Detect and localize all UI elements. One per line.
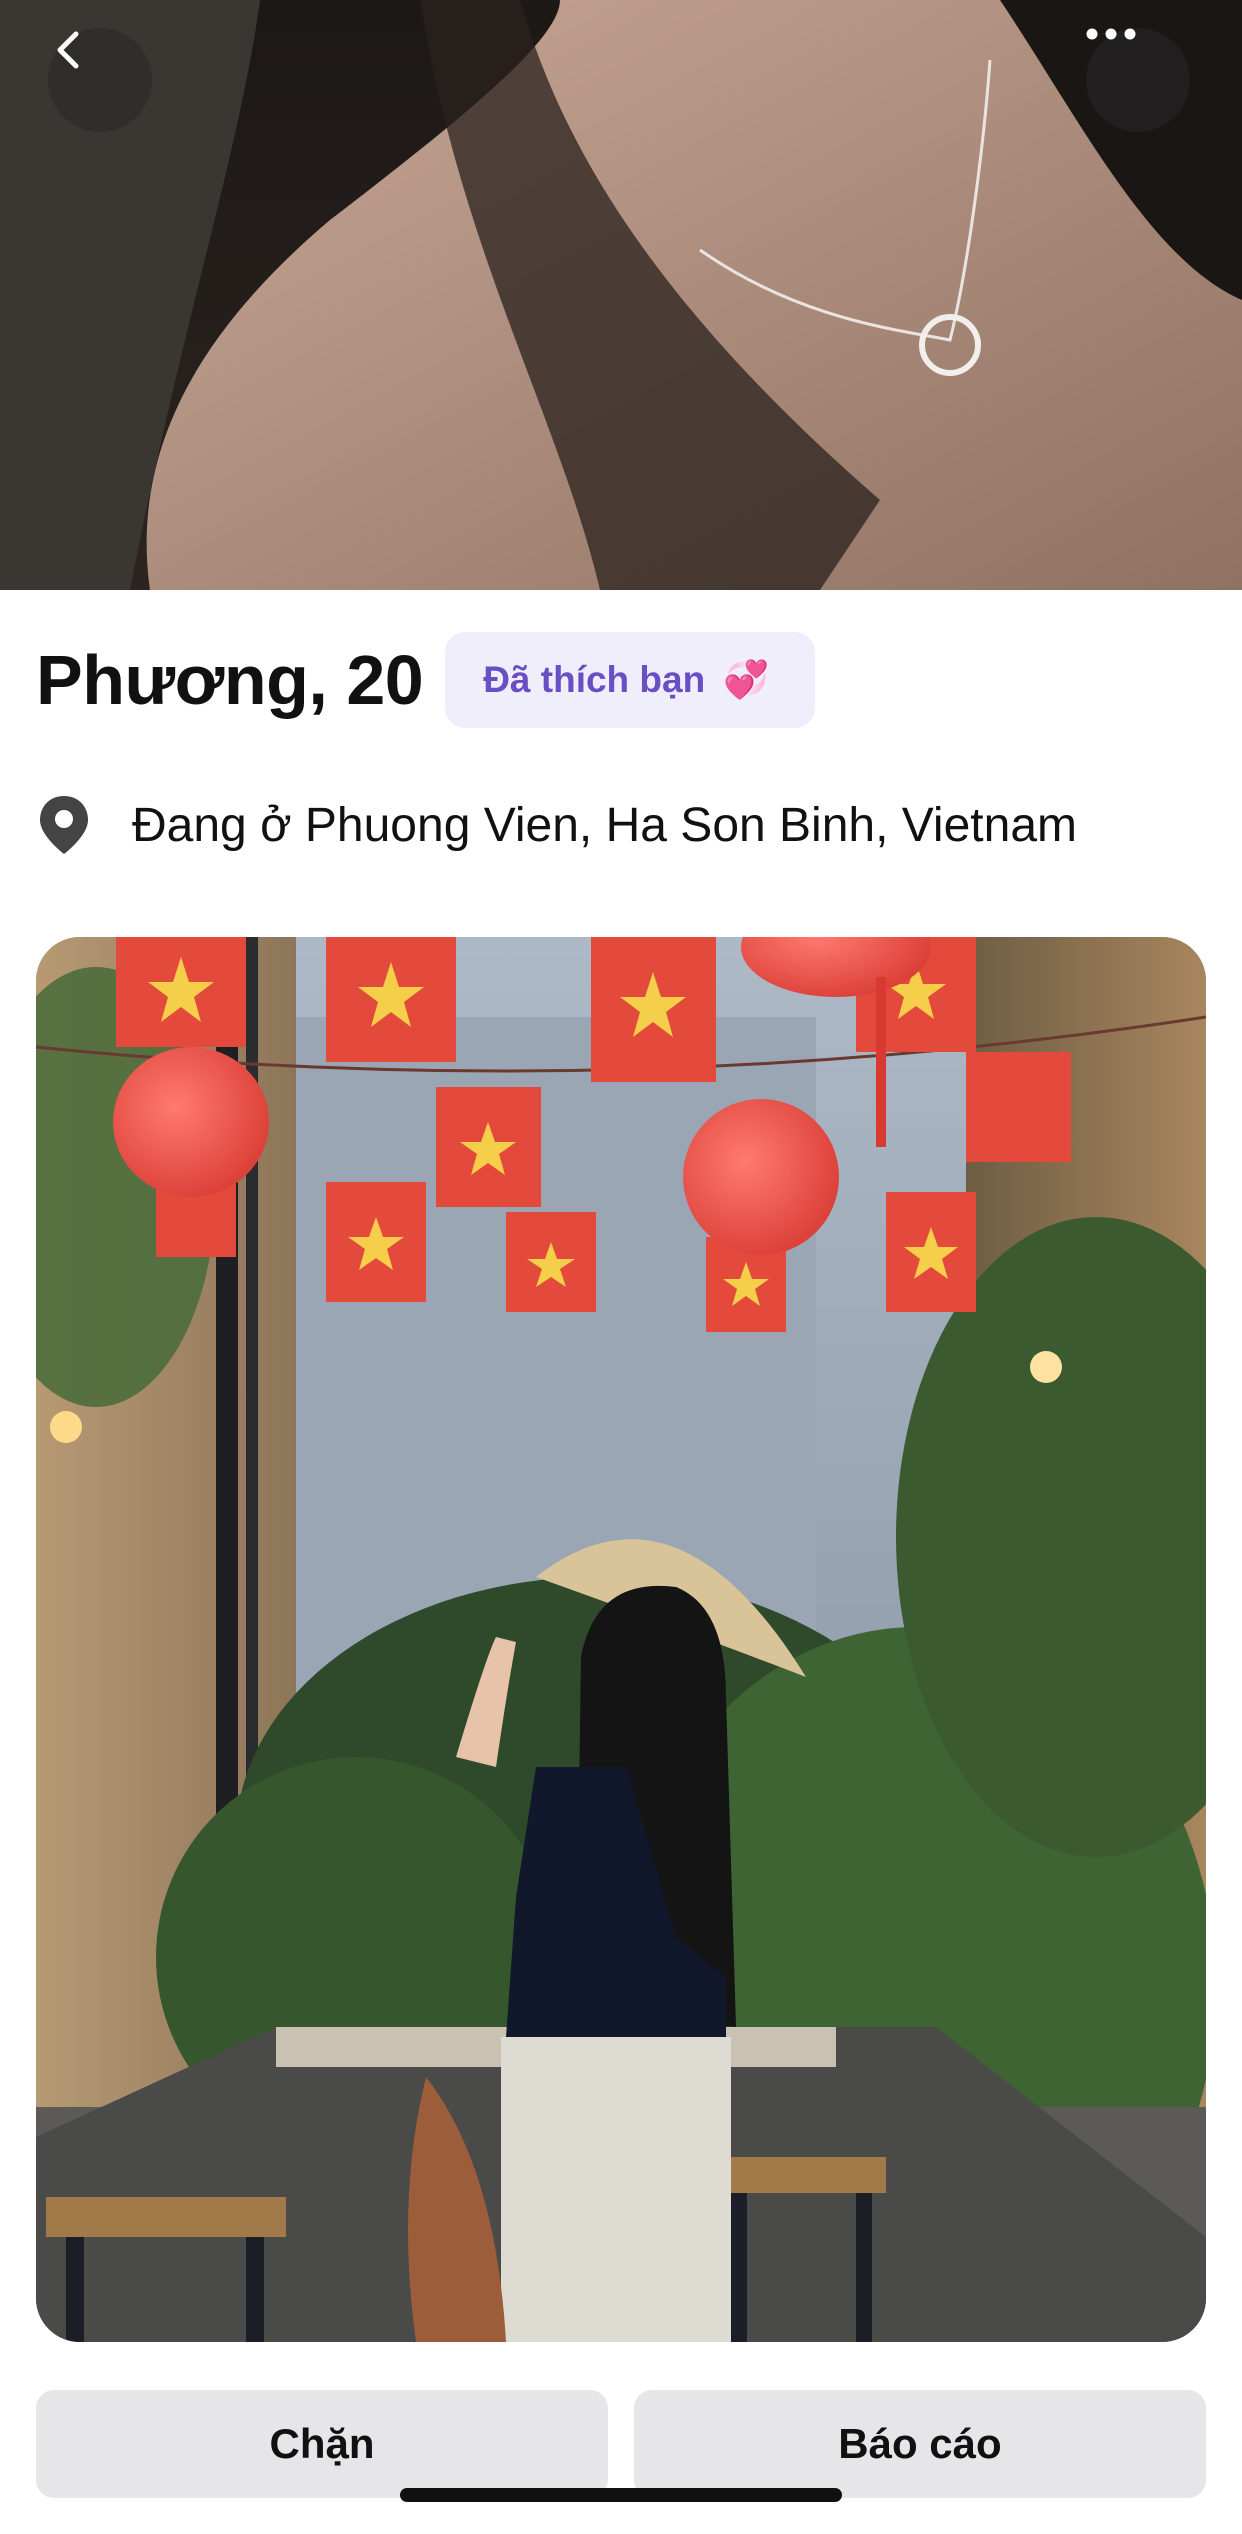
back-button[interactable]	[48, 28, 152, 132]
main-photo-illustration	[36, 937, 1206, 2342]
more-options-button[interactable]	[1086, 28, 1190, 132]
home-indicator[interactable]	[400, 2488, 842, 2502]
profile-name-age: Phương, 20	[36, 641, 424, 719]
more-horizontal-icon	[1086, 28, 1136, 40]
liked-you-badge: Đã thích bạn 💞	[445, 632, 816, 728]
action-buttons: Chặn Báo cáo	[36, 2390, 1206, 2498]
chevron-left-icon	[57, 31, 79, 69]
location-row: Đang ở Phuong Vien, Ha Son Binh, Vietnam	[36, 790, 1077, 860]
liked-you-label: Đã thích bạn	[483, 659, 706, 700]
profile-photo-main[interactable]	[36, 937, 1206, 2342]
profile-photo-top	[0, 0, 1242, 590]
hero-photo-illustration	[0, 0, 1242, 590]
block-button[interactable]: Chặn	[36, 2390, 608, 2498]
location-text: Đang ở Phuong Vien, Ha Son Binh, Vietnam	[132, 798, 1077, 852]
hearts-emoji-icon: 💞	[723, 658, 770, 700]
map-pin-icon	[40, 796, 88, 854]
profile-header: Phương, 20 Đã thích bạn 💞	[36, 630, 816, 730]
report-button[interactable]: Báo cáo	[634, 2390, 1206, 2498]
